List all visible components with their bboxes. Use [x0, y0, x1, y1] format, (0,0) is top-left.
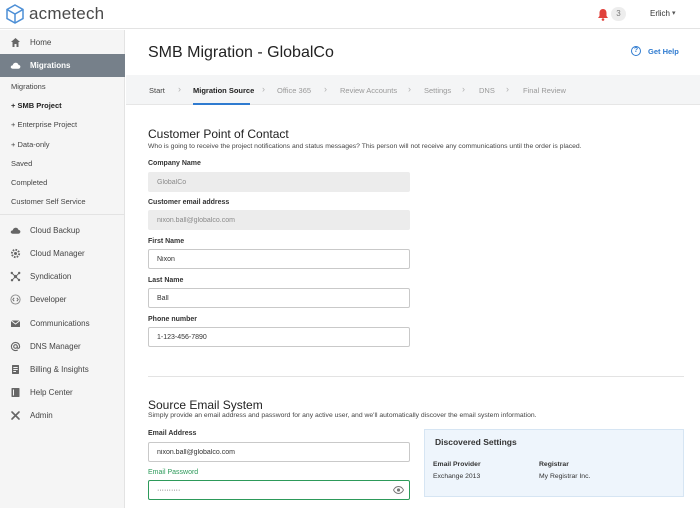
phone-number-label: Phone number [148, 316, 198, 323]
invoice-icon [0, 364, 30, 375]
sidebar-item-label: Help Center [30, 388, 73, 397]
sidebar-subitem-smb-project[interactable]: + SMB Project [11, 101, 62, 110]
brand-logo[interactable]: acmetech [6, 4, 104, 24]
step-final-review[interactable]: Final Review [523, 86, 566, 95]
cube-logo-icon [6, 4, 24, 24]
home-icon [0, 37, 30, 48]
step-start[interactable]: Start [149, 86, 165, 95]
network-icon [0, 271, 30, 282]
chevron-right-icon: › [506, 84, 509, 94]
sidebar-divider [0, 214, 125, 215]
sidebar-item-dns-manager[interactable]: DNS Manager [0, 335, 125, 358]
email-provider-value: Exchange 2013 [433, 473, 481, 480]
sidebar-subitem-customer-self-service[interactable]: Customer Self Service [11, 197, 86, 206]
section-divider [148, 376, 684, 377]
discovered-settings-title: Discovered Settings [435, 437, 517, 447]
sidebar-item-cloud-backup[interactable]: Cloud Backup [0, 219, 125, 242]
notification-count-badge: 3 [611, 7, 626, 21]
sidebar-item-communications[interactable]: Communications [0, 312, 125, 335]
book-icon [0, 387, 30, 398]
chevron-right-icon: › [462, 84, 465, 94]
email-provider-label: Email Provider [433, 461, 481, 468]
customer-email-label: Customer email address [148, 199, 230, 206]
last-name-field[interactable] [148, 288, 410, 308]
envelope-icon [0, 318, 30, 329]
sidebar-item-label: Developer [30, 295, 67, 304]
sidebar-item-label: Migrations [30, 61, 71, 70]
sidebar-item-label: Cloud Backup [30, 226, 80, 235]
code-icon [0, 294, 30, 305]
last-name-label: Last Name [148, 277, 184, 284]
sidebar-subitem-completed[interactable]: Completed [11, 178, 47, 187]
eye-icon[interactable] [393, 486, 404, 494]
page-title: SMB Migration - GlobalCo [148, 44, 334, 61]
sidebar-item-syndication[interactable]: Syndication [0, 265, 125, 288]
sidebar-subitem-migrations[interactable]: Migrations [11, 82, 46, 91]
sidebar-item-admin[interactable]: Admin [0, 404, 125, 427]
top-bar: acmetech 3 Erlich ▾ [0, 0, 700, 29]
at-sign-icon [0, 341, 30, 352]
get-help-label: Get Help [648, 46, 679, 56]
step-progress-bar: Start › Migration Source › Office 365 › … [126, 75, 700, 105]
cloud-upload-icon [0, 60, 30, 71]
company-name-label: Company Name [148, 160, 201, 167]
customer-email-field [148, 210, 410, 230]
sidebar-item-label: DNS Manager [30, 342, 81, 351]
sidebar-item-label: Admin [30, 411, 53, 420]
sidebar-item-label: Cloud Manager [30, 249, 85, 258]
sidebar-item-migrations[interactable]: Migrations [0, 54, 125, 77]
email-address-label: Email Address [148, 430, 197, 437]
first-name-field[interactable] [148, 249, 410, 269]
source-section-description: Simply provide an email address and pass… [148, 412, 537, 419]
phone-number-field[interactable] [148, 327, 410, 347]
question-circle-icon: ? [631, 46, 641, 56]
chevron-right-icon: › [324, 84, 327, 94]
sidebar-subitem-saved[interactable]: Saved [11, 159, 32, 168]
sidebar-subitem-data-only[interactable]: + Data-only [11, 140, 50, 149]
email-password-field[interactable] [148, 480, 410, 500]
sidebar-item-label: Syndication [30, 272, 72, 281]
tools-icon [0, 410, 30, 421]
get-help-link[interactable]: ? Get Help [631, 46, 679, 56]
chevron-right-icon: › [408, 84, 411, 94]
chevron-right-icon: › [178, 84, 181, 94]
step-office-365[interactable]: Office 365 [277, 86, 311, 95]
sidebar-item-label: Home [30, 38, 52, 47]
step-dns[interactable]: DNS [479, 86, 495, 95]
contact-section-description: Who is going to receive the project noti… [148, 143, 582, 150]
sidebar-item-developer[interactable]: Developer [0, 288, 125, 311]
step-review-accounts[interactable]: Review Accounts [340, 86, 397, 95]
registrar-value: My Registrar Inc. [539, 473, 591, 480]
registrar-label: Registrar [539, 461, 569, 468]
sidebar-item-billing-insights[interactable]: Billing & Insights [0, 358, 125, 381]
cloud-backup-icon [0, 225, 30, 236]
source-section-title: Source Email System [148, 398, 263, 412]
step-settings[interactable]: Settings [424, 86, 451, 95]
sidebar-item-label: Billing & Insights [30, 365, 89, 374]
first-name-label: First Name [148, 238, 185, 245]
bell-icon[interactable] [597, 8, 609, 21]
chevron-right-icon: › [262, 84, 265, 94]
active-step-indicator [193, 103, 250, 105]
gear-icon [0, 248, 30, 259]
sidebar-item-help-center[interactable]: Help Center [0, 381, 125, 404]
step-migration-source[interactable]: Migration Source [193, 86, 254, 95]
user-menu[interactable]: Erlich [650, 9, 670, 18]
sidebar: Home Migrations Migrations + SMB Project… [0, 30, 125, 508]
chevron-down-icon[interactable]: ▾ [672, 9, 676, 17]
contact-section-title: Customer Point of Contact [148, 127, 289, 141]
company-name-field [148, 172, 410, 192]
sidebar-item-cloud-manager[interactable]: Cloud Manager [0, 242, 125, 265]
sidebar-subitem-enterprise-project[interactable]: + Enterprise Project [11, 120, 77, 129]
email-address-field[interactable] [148, 442, 410, 462]
email-password-label: Email Password [148, 469, 199, 476]
discovered-settings-panel: Discovered Settings Email Provider Excha… [424, 429, 684, 497]
sidebar-item-home[interactable]: Home [0, 31, 125, 54]
brand-name: acmetech [29, 4, 105, 23]
sidebar-item-label: Communications [30, 319, 90, 328]
